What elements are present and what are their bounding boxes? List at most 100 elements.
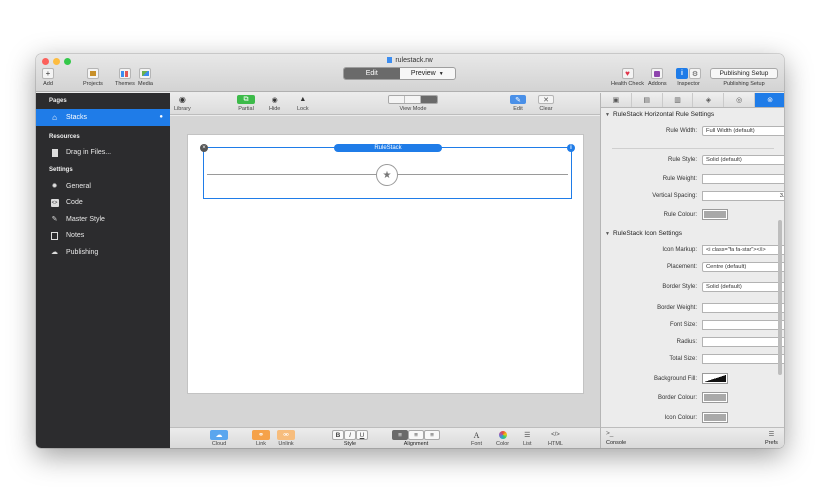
inspector-footer: >_ Console ☰ Prefs	[601, 427, 784, 448]
list-button[interactable]: ☰ List	[523, 430, 532, 447]
bold-button[interactable]: B	[332, 430, 344, 440]
style-label: Style	[343, 441, 357, 447]
tab-tag-icon[interactable]: ◈	[693, 93, 725, 107]
placement-select[interactable]: Centre (default)⇕	[702, 262, 784, 272]
background-fill-label: Background Fill:	[653, 376, 697, 382]
radius-row: Radius: 50 ⇕ %	[601, 337, 784, 349]
rule-settings-header[interactable]: ▼ RuleStack Horizontal Rule Settings	[605, 111, 714, 118]
disclosure-triangle-icon: ▼	[605, 231, 610, 237]
font-icon: A	[473, 430, 480, 440]
color-label: Color	[496, 441, 510, 447]
preview-mode-button[interactable]: Preview ▼	[400, 68, 456, 79]
icon-markup-input[interactable]: <i class="fa fa-star"></i>	[702, 245, 784, 255]
sidebar-item-notes[interactable]: Notes	[36, 228, 170, 245]
total-size-input[interactable]: 40	[702, 354, 784, 364]
projects-button[interactable]: Projects	[83, 68, 103, 87]
unlink-button[interactable]: ⚮ Unlink	[277, 430, 295, 447]
inspector-button[interactable]: i ⚙ Inspector	[676, 68, 701, 87]
sidebar-item-publishing[interactable]: ☁ Publishing	[36, 244, 170, 261]
inspector-scrollbar[interactable]	[778, 220, 782, 375]
themes-button[interactable]: Themes	[115, 68, 135, 87]
placement-value: Centre (default)	[706, 264, 747, 270]
hide-button[interactable]: ◉ Hide	[269, 95, 280, 113]
document-icon	[387, 57, 393, 63]
list-icon: ☰	[524, 432, 531, 439]
html-label: HTML	[548, 441, 563, 447]
underline-button[interactable]: U	[356, 430, 368, 440]
style-control: B I U Style	[332, 430, 368, 447]
background-fill-well[interactable]	[702, 373, 728, 384]
rulestack-stack[interactable]: RuleStack × i ★	[200, 144, 575, 199]
inspector-panel: ▣ ▤ ▥ ◈ ◎ ⊚ ▼ RuleStack Horizontal Rule S…	[600, 93, 784, 448]
html-icon: </>	[551, 432, 560, 438]
style-buttons: B I U	[332, 430, 368, 440]
addons-button[interactable]: Addons	[648, 68, 667, 87]
html-button[interactable]: </> HTML	[548, 430, 563, 447]
console-button[interactable]: >_ Console	[606, 430, 626, 446]
icon-markup-label: Icon Markup:	[662, 247, 697, 253]
view-mode-split-button[interactable]	[405, 96, 421, 103]
clear-button[interactable]: ✕ Clear	[538, 95, 554, 112]
font-size-input[interactable]: 18	[702, 320, 784, 330]
sidebar-item-general[interactable]: ✹ General	[36, 178, 170, 195]
edit-button[interactable]: ✎ Edit	[510, 95, 526, 112]
icon-colour-well[interactable]	[702, 412, 728, 423]
cloud-button[interactable]: ☁ Cloud	[210, 430, 228, 447]
delete-stack-icon[interactable]: ×	[200, 144, 208, 152]
media-button[interactable]: Media	[138, 68, 153, 87]
align-center-icon[interactable]: ≡	[408, 430, 424, 440]
library-label: Library	[174, 106, 191, 112]
alignment-control: ≡ ≡ ≡ Alignment	[392, 430, 440, 447]
sidebar-item-code[interactable]: <> Code	[36, 195, 170, 212]
italic-button[interactable]: I	[344, 430, 356, 440]
sidebar-item-stacks[interactable]: ⌂ Stacks ●	[36, 109, 170, 126]
rule-weight-input[interactable]: 1	[702, 174, 784, 184]
color-button[interactable]: Color	[496, 430, 509, 447]
sidebar-item-master-style[interactable]: ✎ Master Style	[36, 211, 170, 228]
border-weight-row: Border Weight: 1 ⇕ px	[601, 303, 784, 315]
format-bar: ☁ Cloud ⚭ Link ⚮ Unlink B I U Style ≡ ≡ …	[170, 427, 600, 448]
link-button[interactable]: ⚭ Link	[252, 430, 270, 447]
tab-stack-settings-icon[interactable]: ⊚	[755, 93, 784, 107]
align-left-icon[interactable]: ≡	[392, 430, 408, 440]
settings-header: Settings	[49, 167, 73, 173]
health-check-button[interactable]: ♥ Health Check	[611, 68, 644, 87]
icon-colour-swatch	[704, 414, 726, 421]
pencil-icon: ✎	[510, 95, 526, 104]
border-style-select[interactable]: Solid (default)⇕	[702, 282, 784, 292]
app-window: rulestack.rw + Add Projects Themes Media…	[36, 54, 784, 448]
tab-header-icon[interactable]: ▥	[663, 93, 694, 107]
rule-style-value: Solid (default)	[706, 157, 742, 163]
sidebar: Pages ⌂ Stacks ● Resources Drag in Files…	[36, 93, 170, 448]
divider	[612, 148, 774, 149]
tab-page-icon[interactable]: ▣	[601, 93, 632, 107]
align-right-icon[interactable]: ≡	[424, 430, 440, 440]
publishing-setup-button[interactable]: Publishing Setup	[710, 68, 778, 79]
total-size-row: Total Size: 40 ⇕ px	[601, 354, 784, 366]
view-mode-single-button[interactable]	[389, 96, 405, 103]
lock-button[interactable]: ▲ Lock	[297, 95, 309, 112]
partial-button[interactable]: ⧉ Partial	[237, 95, 255, 112]
icon-settings-header[interactable]: ▼ RuleStack Icon Settings	[605, 230, 682, 237]
themes-label: Themes	[115, 81, 135, 87]
view-mode-full-button[interactable]	[421, 96, 437, 103]
edit-mode-button[interactable]: Edit	[344, 68, 400, 79]
border-weight-input[interactable]: 1	[702, 303, 784, 313]
font-button[interactable]: A Font	[471, 430, 482, 448]
rule-colour-well[interactable]	[702, 209, 728, 220]
tab-seo-icon[interactable]: ◎	[724, 93, 756, 107]
rule-width-select[interactable]: Full Width (default)⇕	[702, 126, 784, 136]
health-check-icon: ♥	[621, 68, 634, 79]
library-button[interactable]: ◉ Library	[174, 95, 191, 112]
rule-style-select[interactable]: Solid (default)⇕	[702, 155, 784, 165]
window-title: rulestack.rw	[36, 57, 784, 64]
tab-layout-icon[interactable]: ▤	[632, 93, 663, 107]
add-button[interactable]: + Add	[42, 68, 54, 87]
stack-info-icon[interactable]: i	[567, 144, 575, 152]
sidebar-item-label: Notes	[66, 232, 85, 240]
prefs-button[interactable]: ☰ Prefs	[765, 430, 778, 446]
sidebar-item-drag-in-files[interactable]: Drag in Files...	[36, 145, 170, 162]
radius-input[interactable]: 50	[702, 337, 784, 347]
border-colour-well[interactable]	[702, 392, 728, 403]
vertical-spacing-input[interactable]: 3.00	[702, 191, 784, 201]
